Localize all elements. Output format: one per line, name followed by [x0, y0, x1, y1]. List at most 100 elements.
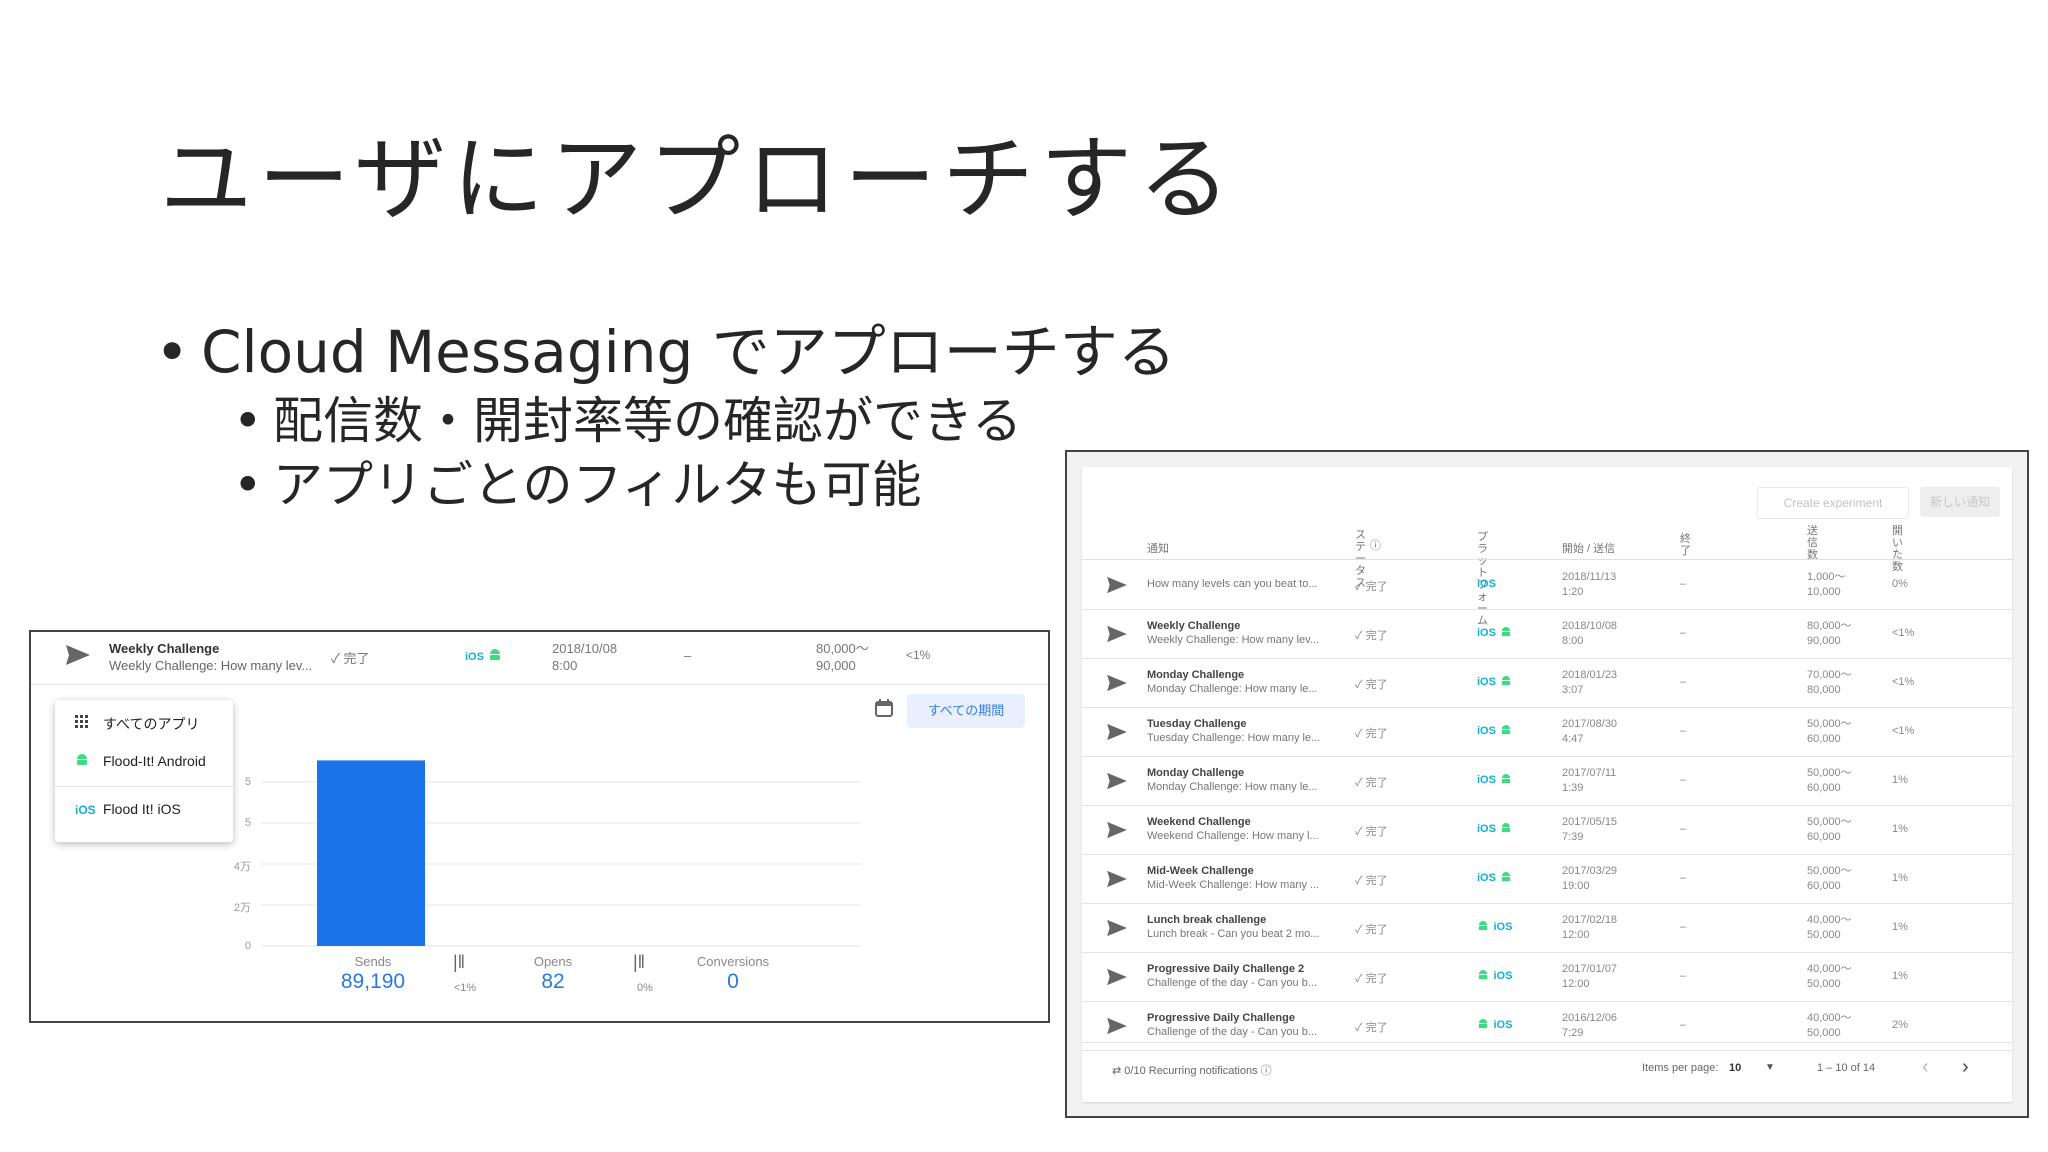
recurring-label: 0/10 Recurring notifications: [1124, 1065, 1258, 1077]
send-open-rate: <1%: [453, 982, 477, 994]
android-icon: [1500, 869, 1512, 887]
repeat-icon: ⇄: [1112, 1065, 1125, 1077]
table-row[interactable]: Monday Challenge Monday Challenge: How ma…: [1082, 658, 2012, 708]
sent-line2: 80,000: [1807, 684, 1841, 696]
platform-cell: iOS: [1477, 673, 1512, 691]
status-text: 完了: [1365, 581, 1388, 593]
sent-cell: 40,000～ 50,000: [1807, 1011, 1852, 1041]
bullet-dot: •: [233, 392, 263, 450]
new-notification-button[interactable]: 新しい通知: [1920, 487, 2000, 517]
bullet-dot: •: [233, 456, 263, 514]
menu-item-all-apps[interactable]: すべてのアプリ: [75, 714, 199, 734]
menu-item-android-app[interactable]: Flood-It! Android: [75, 753, 206, 769]
sent-cell: 70,000～ 80,000: [1807, 668, 1852, 698]
sent-line1: 70,000～: [1807, 669, 1852, 681]
sent-cell: 40,000～ 50,000: [1807, 913, 1852, 943]
grid-icon: [75, 715, 103, 732]
rate-cell: <1%: [1892, 627, 1915, 639]
header-start-send: 開始 / 送信: [1562, 543, 1616, 555]
calendar-icon[interactable]: [874, 698, 894, 723]
platform-cell: iOS: [1477, 1016, 1512, 1034]
check-icon: ✓: [1355, 581, 1366, 593]
notification-name: Weekend Challenge: [1147, 816, 1251, 828]
date-line2: 3:07: [1562, 684, 1584, 696]
table-row[interactable]: Weekend Challenge Weekend Challenge: How …: [1082, 805, 2012, 855]
send-icon: [1106, 576, 1128, 599]
notification-name: Mid-Week Challenge: [1147, 865, 1254, 877]
help-icon[interactable]: ⓘ: [1370, 540, 1381, 552]
android-icon: [1500, 722, 1512, 740]
platform-cell: iOS: [1477, 575, 1496, 593]
send-icon: [1106, 821, 1128, 844]
check-icon: ✓: [1355, 875, 1366, 887]
sub-bullet-1: • 配信数・開封率等の確認ができる: [233, 381, 1176, 450]
period-button[interactable]: すべての期間: [907, 694, 1025, 728]
sent-cell: 50,000～ 60,000: [1807, 864, 1852, 894]
send-icon: [1106, 1017, 1128, 1040]
date-line2: 8:00: [1562, 635, 1584, 647]
help-icon[interactable]: ⓘ: [1258, 1065, 1272, 1077]
next-page-icon[interactable]: ›: [1962, 1056, 1969, 1079]
android-icon: [1477, 1016, 1489, 1034]
table-row[interactable]: Tuesday Challenge Tuesday Challenge: How …: [1082, 707, 2012, 757]
table-row[interactable]: Lunch break challenge Lunch break - Can y…: [1082, 903, 2012, 953]
status-text: 完了: [1365, 630, 1388, 642]
sent-line1: 1,000～: [1807, 571, 1846, 583]
date-line1: 2017/03/29: [1562, 865, 1618, 877]
android-icon: [1477, 918, 1489, 936]
check-icon: ✓: [1355, 679, 1366, 691]
table-row[interactable]: Weekly Challenge Weekly Challenge: How ma…: [1082, 609, 2012, 659]
prev-page-icon[interactable]: ‹: [1922, 1056, 1929, 1079]
items-per-page-select[interactable]: 10: [1729, 1062, 1741, 1074]
notification-name: Weekly Challenge: [1147, 620, 1241, 632]
notification-desc: Monday Challenge: How many le...: [1147, 683, 1318, 695]
create-experiment-button[interactable]: Create experiment: [1757, 487, 1909, 519]
end-cell: –: [1680, 1019, 1687, 1031]
table-row[interactable]: Progressive Daily Challenge 2 Challenge o…: [1082, 952, 2012, 1002]
date-line1: 2017/08/30: [1562, 718, 1618, 730]
date-cell: 2018/10/08 8:00: [1562, 619, 1617, 649]
notification-desc: Weekend Challenge: How many l...: [1147, 830, 1319, 842]
open-conversion-rate: 0%: [637, 982, 653, 994]
sent-line1: 50,000～: [1807, 865, 1852, 877]
app-filter-menu: すべてのアプリ Flood-It! Android iOS Flood It! i…: [55, 700, 233, 842]
bar-sends: [317, 760, 425, 946]
opens-label: Opens: [533, 954, 573, 969]
table-row[interactable]: Mid-Week Challenge Mid-Week Challenge: Ho…: [1082, 854, 2012, 904]
status-cell: ✓ 完了: [1355, 578, 1388, 594]
date-cell: 2018/01/23 3:07: [1562, 668, 1617, 698]
notification-name: Progressive Daily Challenge: [1147, 1012, 1295, 1024]
notification-desc: Challenge of the day - Can you b...: [1147, 977, 1317, 989]
rate-cell: <1%: [1892, 725, 1915, 737]
status-cell: ✓ 完了: [1355, 774, 1388, 790]
android-icon: [1500, 771, 1512, 789]
y-tick: 4万: [233, 861, 251, 873]
recurring-notifications[interactable]: ⇄ 0/10 Recurring notifications ⓘ: [1112, 1062, 1272, 1078]
sent-line1: 50,000～: [1807, 767, 1852, 779]
ios-icon: iOS: [1477, 823, 1496, 835]
menu-item-ios-app[interactable]: iOS Flood It! iOS: [75, 801, 181, 817]
android-icon: [1500, 820, 1512, 838]
bullet-main: • Cloud Messaging でアプローチする: [155, 305, 1176, 386]
date-line2: 19:00: [1562, 880, 1590, 892]
header-notification: 通知: [1147, 543, 1169, 555]
table-footer: ⇄ 0/10 Recurring notifications ⓘ Items p…: [1082, 1042, 2012, 1103]
notifications-card: Create experiment 新しい通知 通知 ステータス ⓘ プラットフ…: [1082, 467, 2012, 1102]
date-line2: 1:39: [1562, 782, 1584, 794]
rate-cell: 2%: [1892, 1019, 1908, 1031]
end-cell: –: [1680, 676, 1687, 688]
end-cell: –: [1680, 921, 1687, 933]
header-sent: 送信数: [1807, 525, 1818, 561]
status-cell: ✓ 完了: [1355, 627, 1388, 643]
sent-line2: 60,000: [1807, 831, 1841, 843]
ios-icon: iOS: [1477, 774, 1496, 786]
ios-icon: iOS: [1477, 872, 1496, 884]
date-cell: 2016/12/06 7:29: [1562, 1011, 1617, 1041]
sends-label: Sends: [354, 954, 392, 969]
status-text: 完了: [1365, 1022, 1388, 1034]
chevron-down-icon[interactable]: ▼: [1765, 1062, 1775, 1073]
table-row[interactable]: How many levels can you beat to... ✓ 完了 iO…: [1082, 560, 2012, 610]
end-cell: –: [1680, 774, 1687, 786]
chart-bars: [317, 760, 425, 946]
table-row[interactable]: Monday Challenge Monday Challenge: How ma…: [1082, 756, 2012, 806]
